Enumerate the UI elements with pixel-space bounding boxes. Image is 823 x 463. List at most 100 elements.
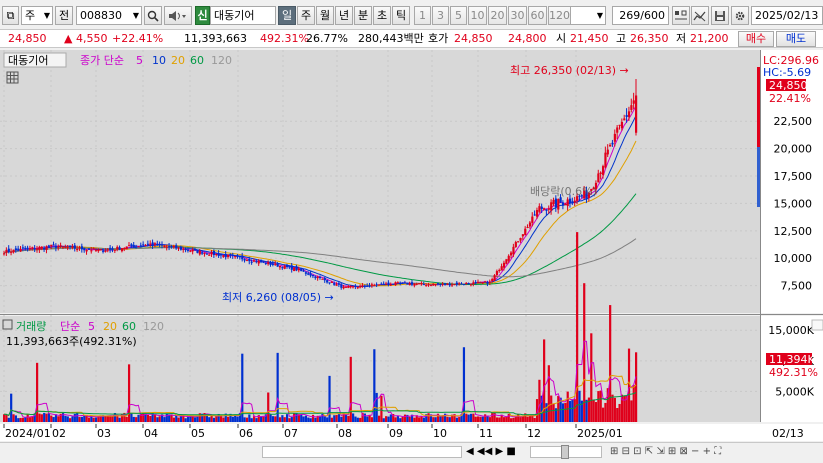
volume-bar [385, 416, 388, 422]
view-tools[interactable]: ⊞ ⊟ ⊡ ⇱ ⇲ ⊞ ⊠ − + ⛶ [610, 445, 820, 459]
candle-body [135, 245, 138, 247]
stop-button[interactable]: ■ [506, 446, 515, 457]
chevron-down-icon: ▼ [132, 11, 139, 20]
volume-bar [594, 402, 598, 422]
interval-button[interactable]: 5 [450, 6, 467, 25]
period-button[interactable]: 년 [335, 6, 353, 25]
period-button[interactable]: 주 [297, 6, 315, 25]
volume-bar [80, 416, 84, 422]
candle-body [57, 246, 60, 248]
interval-button[interactable]: 3 [432, 6, 449, 25]
period-button[interactable]: 초 [373, 6, 391, 25]
candle-body [17, 248, 20, 251]
window-toggle-icon[interactable]: ⧉ [2, 6, 19, 25]
candle-body [392, 283, 395, 285]
candle-body [635, 95, 638, 133]
zoom-out-icon[interactable]: − [691, 446, 699, 457]
zoom-slider[interactable] [530, 445, 602, 459]
interval-button[interactable]: 30 [508, 6, 527, 25]
volume-bar [427, 413, 430, 422]
candle-body [271, 263, 275, 265]
view-icon-2[interactable]: ⊟ [622, 446, 630, 457]
settings-icon[interactable] [731, 6, 749, 25]
view-icon-7[interactable]: ⊠ [679, 446, 687, 457]
volume-bar [236, 416, 239, 422]
volume-bar [78, 417, 81, 422]
volume-bar [21, 417, 25, 422]
volume-bar [474, 416, 477, 422]
save-icon[interactable] [711, 6, 729, 25]
candle-body [429, 285, 433, 287]
chart-scrollbar[interactable] [262, 446, 462, 458]
buy-button[interactable]: 매수 [738, 31, 774, 47]
speaker-icon[interactable] [164, 6, 192, 25]
view-icon-4[interactable]: ⇱ [645, 446, 653, 457]
stock-code-input[interactable]: 008830 ▼ [76, 6, 142, 25]
interval-button[interactable]: 120 [548, 6, 571, 25]
candle-body [443, 283, 447, 285]
volume-bar [446, 416, 449, 422]
volume-bar [210, 415, 213, 422]
period-button[interactable]: 월 [316, 6, 334, 25]
scroll-indicator-icon[interactable] [811, 319, 823, 331]
zoom-slider-handle[interactable] [561, 445, 569, 459]
volume-bar [566, 391, 569, 422]
period-button[interactable]: 틱 [392, 6, 410, 25]
zoom-in-icon[interactable]: + [703, 446, 711, 457]
period-button[interactable]: 일 [278, 6, 296, 25]
volume-bar [507, 413, 510, 422]
view-icon-5[interactable]: ⇲ [656, 446, 664, 457]
stock-chart[interactable]: 7,500 10,000 12,500 15,000 17,500 20,000 22,50… [0, 50, 823, 460]
data-count-display[interactable]: 269/600 [612, 6, 669, 25]
candle-body [260, 259, 263, 263]
interval-button[interactable]: 10 [468, 6, 487, 25]
prev-button[interactable]: ◀ [466, 446, 474, 457]
playback-controls[interactable]: ◀ ◀◀ ▶ ■ [466, 445, 524, 459]
candle-body [606, 149, 609, 155]
crosshair-icon[interactable] [672, 6, 690, 25]
candle-body [40, 246, 43, 249]
ma120-label: 120 [211, 54, 232, 67]
interval-dropdown[interactable]: ▼ [570, 6, 606, 25]
candle-body [311, 275, 315, 277]
rewind-button[interactable]: ◀◀ [477, 446, 492, 457]
candle-body [609, 144, 612, 147]
price-tick-label: 17,500 [774, 170, 813, 183]
date-input[interactable]: 2025/02/13 [751, 6, 823, 25]
view-icon-6[interactable]: ⊞ [668, 446, 676, 457]
candle-body [337, 283, 341, 285]
candle-body [618, 124, 621, 126]
turnover-rate: 26.77% [306, 32, 348, 45]
candle-body [545, 209, 548, 211]
play-button[interactable]: ▶ [495, 446, 503, 457]
fit-icon[interactable]: ⛶ [714, 446, 721, 457]
interval-button[interactable]: 60 [528, 6, 547, 25]
candle-body [179, 246, 183, 250]
volume-bar [552, 403, 555, 422]
volume-bar [469, 413, 473, 422]
sell-button[interactable]: 매도 [776, 31, 816, 47]
view-icon-1[interactable]: ⊞ [610, 446, 618, 457]
credit-badge: 신 [195, 6, 210, 25]
candle-body [47, 245, 51, 247]
chart-config-icon[interactable] [691, 6, 709, 25]
volume-bar [403, 414, 407, 422]
interval-button[interactable]: 20 [488, 6, 507, 25]
volume-bar [156, 417, 159, 422]
candle-body [408, 283, 411, 286]
period-button[interactable]: 분 [354, 6, 372, 25]
volume-bar [304, 415, 308, 422]
x-tick-label: 10 [433, 427, 447, 440]
view-icon-3[interactable]: ⊡ [633, 446, 641, 457]
interval-button[interactable]: 1 [414, 6, 431, 25]
chart-canvas[interactable]: 7,500 10,000 12,500 15,000 17,500 20,000 22,50… [0, 50, 823, 460]
candle-body [293, 267, 296, 272]
candle-body [406, 283, 409, 285]
volume-bar [344, 414, 348, 422]
search-icon[interactable] [144, 6, 162, 25]
x-tick-label: 04 [144, 427, 158, 440]
prefix-button[interactable]: 전 [55, 6, 73, 25]
volume-bar [399, 418, 402, 422]
market-select[interactable]: 주 ▼ [21, 6, 53, 25]
candle-body [472, 282, 475, 285]
